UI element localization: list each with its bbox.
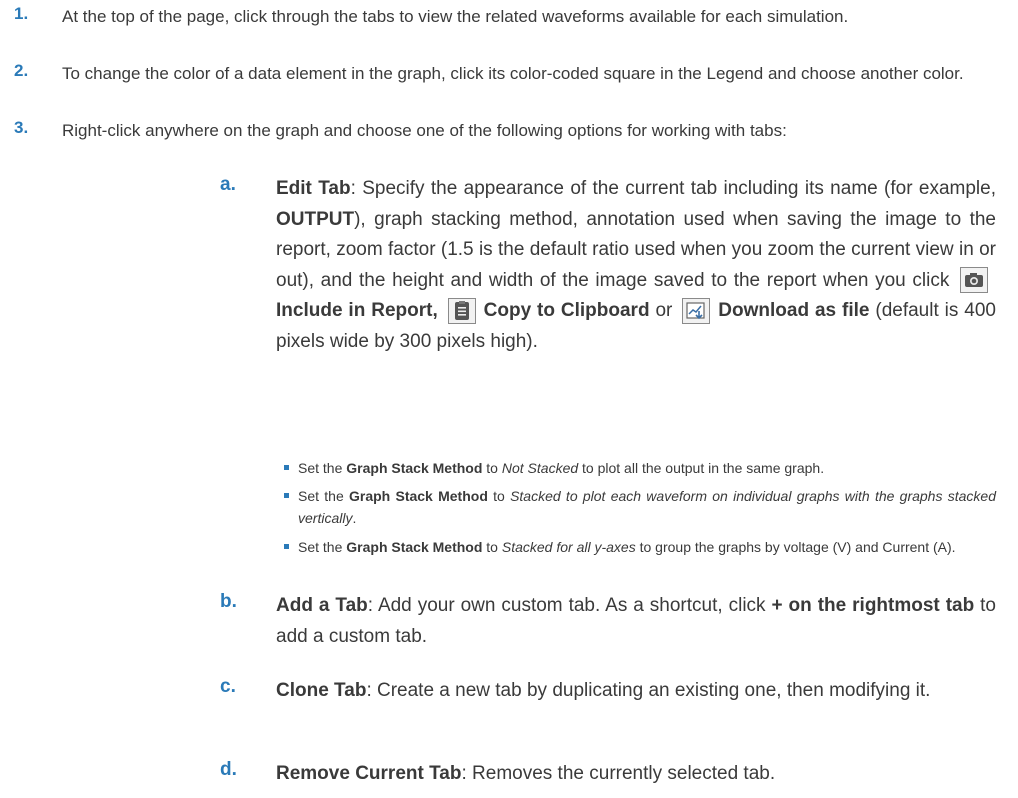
- bullet-marker: [284, 465, 289, 470]
- step-number: 1.: [14, 4, 29, 23]
- sub-item-text: Remove Current Tab: Removes the currentl…: [276, 763, 776, 784]
- download-as-file-label: Download as file: [718, 300, 870, 321]
- include-in-report-label: Include in Report,: [276, 300, 438, 321]
- sub-item-text: Add a Tab: Add your own custom tab. As a…: [276, 595, 996, 647]
- step-number: 3.: [14, 118, 29, 137]
- option-label: Clone Tab: [276, 680, 367, 701]
- step-text: Right-click anywhere on the graph and ch…: [62, 121, 787, 140]
- sub-item-letter: d.: [220, 759, 237, 780]
- option-label: Remove Current Tab: [276, 763, 462, 784]
- copy-to-clipboard-label: Copy to Clipboard: [483, 300, 650, 321]
- sub-item-letter: b.: [220, 591, 237, 612]
- download-icon: [682, 297, 711, 324]
- shortcut-label: + on the rightmost tab: [771, 595, 975, 616]
- bullet-marker: [284, 493, 289, 498]
- camera-icon: [960, 267, 989, 294]
- bullet-text: Set the Graph Stack Method to Stacked fo…: [298, 539, 956, 555]
- sub-item-text: Clone Tab: Create a new tab by duplicati…: [276, 680, 931, 701]
- sub-item-letter: c.: [220, 676, 236, 697]
- sub-item-text: Edit Tab: Specify the appearance of the …: [276, 178, 996, 352]
- bullet-text: Set the Graph Stack Method to Not Stacke…: [298, 460, 825, 476]
- option-label: Edit Tab: [276, 178, 351, 199]
- clipboard-icon: [447, 297, 476, 324]
- step-text: At the top of the page, click through th…: [62, 7, 849, 26]
- step-text: To change the color of a data element in…: [62, 64, 964, 83]
- bullet-marker: [284, 544, 289, 549]
- bullet-text: Set the Graph Stack Method to Stacked to…: [298, 488, 996, 526]
- tab-name-example: OUTPUT: [276, 208, 355, 230]
- option-label: Add a Tab: [276, 595, 368, 616]
- step-number: 2.: [14, 61, 29, 80]
- sub-item-letter: a.: [220, 174, 236, 195]
